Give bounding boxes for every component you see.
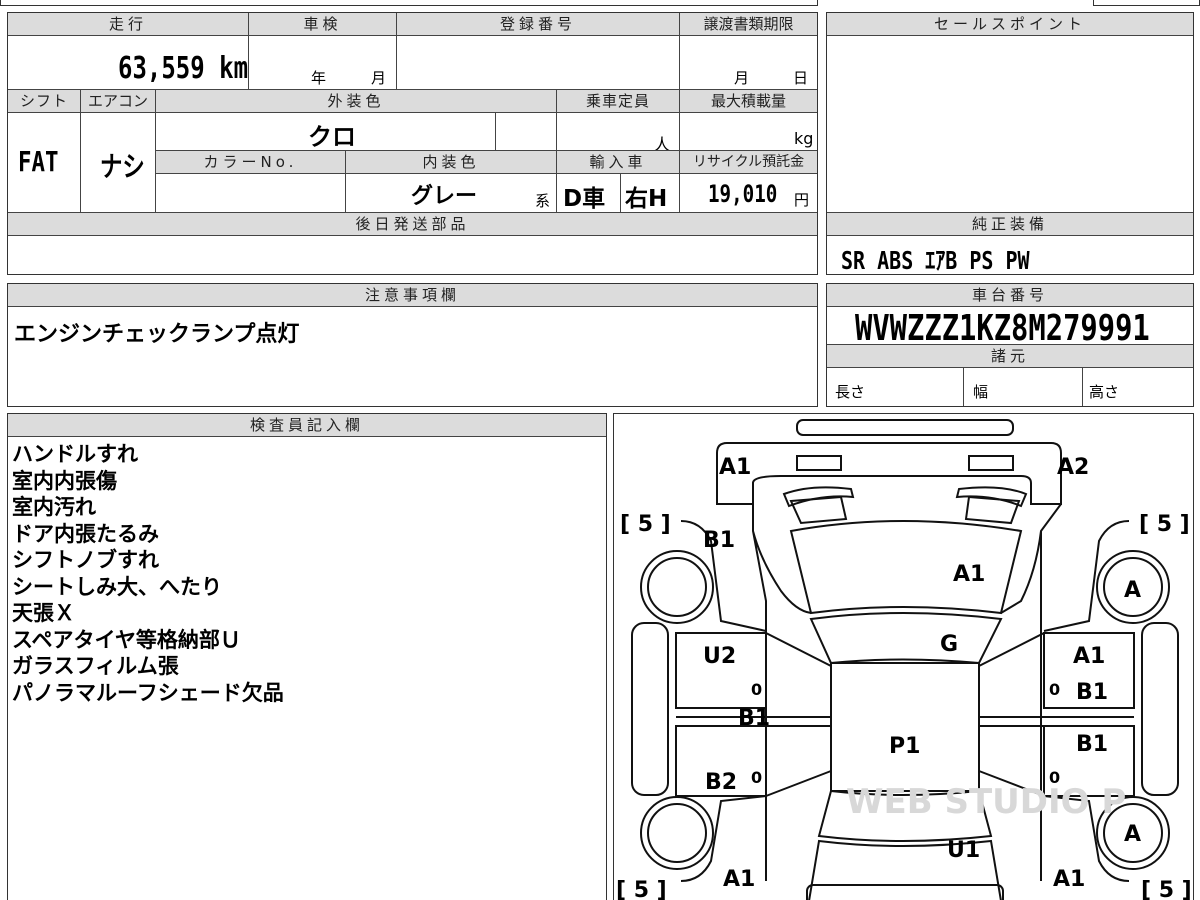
recycle-header: リサイクル預託金 <box>679 151 817 174</box>
damage-mark: A1 <box>719 455 751 480</box>
inspection-month-label: 月 <box>371 69 387 87</box>
chassis-header: 車台番号 <box>827 284 1193 307</box>
damage-mark: A2 <box>1057 455 1089 480</box>
note-item: 室内汚れ <box>12 495 96 519</box>
capacity-header: 乗車定員 <box>556 90 679 113</box>
damage-mark: B1 <box>1076 732 1108 757</box>
recycle-unit: 円 <box>794 191 810 209</box>
note-item: シフトノブすれ <box>12 548 159 572</box>
car-diagram-box: [ 5 ] [ 5 ] [ 5 ] [ 5 ] A1 A2 B1 A1 A U2… <box>613 413 1194 900</box>
note-item: ガラスフィルム張 <box>12 654 179 678</box>
recycle-value: 19,010 <box>708 180 778 208</box>
tire-label-rl: [ 5 ] <box>616 878 667 900</box>
damage-mark: A <box>1124 822 1141 847</box>
inspector-header: 検査員記入欄 <box>8 414 606 437</box>
height-label: 高さ <box>1089 383 1120 401</box>
length-label: 長さ <box>835 383 866 401</box>
car-diagram: [ 5 ] [ 5 ] [ 5 ] [ 5 ] A1 A2 B1 A1 A U2… <box>616 419 1192 900</box>
transfer-month-label: 月 <box>734 69 750 87</box>
damage-mark: A1 <box>723 867 755 892</box>
transfer-day-label: 日 <box>793 69 809 87</box>
handle-side: 右H <box>625 186 668 212</box>
damage-mark: G <box>940 632 958 657</box>
specs-header: 諸元 <box>827 345 1193 368</box>
note-item: ハンドルすれ <box>12 442 138 466</box>
exterior-color-header: 外装色 <box>155 90 556 113</box>
tire-label-rr: [ 5 ] <box>1141 878 1192 900</box>
import-type: D車 <box>563 186 606 212</box>
registration-header: 登録番号 <box>396 13 679 36</box>
sales-point-box: セールスポイント 純正装備 SR ABS ｴｱB PS PW <box>826 12 1194 275</box>
aircon-value: ナシ <box>100 150 145 183</box>
note-item: シートしみ大、へたり <box>12 574 222 599</box>
max-load-unit: kg <box>794 129 814 148</box>
note-item: ドア内張たるみ <box>12 521 159 546</box>
caution-header: 注意事項欄 <box>8 284 817 307</box>
genuine-equipment-header: 純正装備 <box>827 213 1193 236</box>
import-header: 輸入車 <box>556 151 679 174</box>
damage-mark: A <box>1124 578 1141 603</box>
width-label: 幅 <box>973 383 989 401</box>
max-load-header: 最大積載量 <box>679 90 817 113</box>
shift-value: FAT <box>18 145 59 178</box>
aircon-header: エアコン <box>80 90 155 113</box>
later-parts-header: 後日発送部品 <box>8 213 817 236</box>
genuine-equipment-value: SR ABS ｴｱB PS PW <box>841 246 1030 275</box>
sales-point-header: セールスポイント <box>827 13 1193 36</box>
inspector-notes: ハンドルすれ 室内内張傷 室内汚れ ドア内張たるみ シフトノブすれ シートしみ大… <box>12 441 284 706</box>
top-strip <box>0 0 818 6</box>
interior-color-value: グレー <box>411 184 478 209</box>
interior-color-suffix: 系 <box>535 192 551 210</box>
note-item: 天張Ｘ <box>12 601 75 625</box>
vehicle-info-grid: 走行 車検 登録番号 譲渡書類期限 63,559 km 年 月 月 日 シフト … <box>7 12 818 275</box>
exterior-color-value: クロ <box>308 123 356 151</box>
note-item: パノラマルーフシェード欠品 <box>12 680 284 705</box>
damage-mark: B2 <box>705 770 737 795</box>
note-item: 室内内張傷 <box>12 468 117 493</box>
caution-box: 注意事項欄 エンジンチェックランプ点灯 <box>7 283 818 407</box>
inspector-box: 検査員記入欄 ハンドルすれ 室内内張傷 室内汚れ ドア内張たるみ シフトノブすれ… <box>7 413 607 900</box>
inspection-header: 車検 <box>248 13 396 36</box>
damage-mark: U1 <box>947 838 980 863</box>
caution-text: エンジンチェックランプ点灯 <box>14 322 300 347</box>
note-item: スペアタイヤ等格納部Ｕ <box>12 627 241 652</box>
interior-color-header: 内装色 <box>345 151 556 174</box>
top-strip-right <box>1093 0 1200 6</box>
damage-mark: U2 <box>703 644 736 669</box>
damage-mark: A1 <box>1073 644 1105 669</box>
tire-label-fl: [ 5 ] <box>620 512 671 537</box>
damage-mark: A1 <box>953 562 985 587</box>
shift-header: シフト <box>8 90 80 113</box>
mileage-header: 走行 <box>8 13 248 36</box>
color-no-header: カラーNo. <box>156 151 345 174</box>
chassis-box: 車台番号 WVWZZZ1KZ8M279991 諸元 長さ 幅 高さ <box>826 283 1194 407</box>
zero-mark: 0 <box>751 768 762 787</box>
inspection-year-label: 年 <box>311 69 327 87</box>
damage-mark: B1 <box>1076 680 1108 705</box>
chassis-value: WVWZZZ1KZ8M279991 <box>855 308 1150 349</box>
damage-mark: A1 <box>1053 867 1085 892</box>
mileage-value: 63,559 km <box>118 51 249 86</box>
tire-label-fr: [ 5 ] <box>1139 512 1190 537</box>
zero-mark: 0 <box>1049 680 1060 699</box>
transfer-deadline-header: 譲渡書類期限 <box>679 13 817 36</box>
damage-mark: B1 <box>738 706 770 731</box>
damage-mark: B1 <box>703 528 735 553</box>
damage-mark: P1 <box>889 734 920 759</box>
watermark: WEB STUDIO P <box>846 782 1126 822</box>
zero-mark: 0 <box>751 680 762 699</box>
